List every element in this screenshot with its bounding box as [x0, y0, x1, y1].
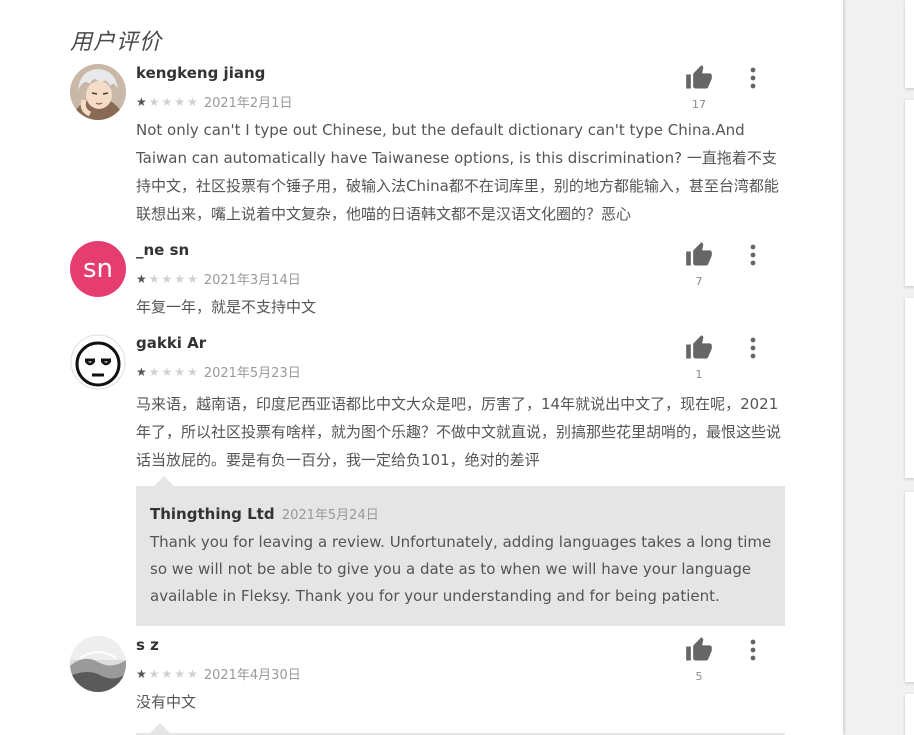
review-rating: ★ ★ ★ ★ ★ 2021年2月1日: [136, 92, 293, 112]
star-filled-icon: ★: [136, 271, 147, 286]
review-date: 2021年2月1日: [203, 96, 293, 111]
star-filled-icon: ★: [136, 94, 147, 109]
star-rating: ★ ★ ★ ★ ★: [136, 273, 198, 285]
star-empty-icon: ★: [148, 271, 160, 286]
review-text: 年复一年，就是不支持中文: [136, 298, 317, 316]
star-rating: ★ ★ ★ ★ ★: [136, 96, 198, 108]
review-item: sn _ne sn ★ ★ ★ ★ ★ 2021年3月14日 年复一年，就是不支…: [70, 241, 785, 321]
review-author: s z: [136, 636, 159, 654]
review-item: s z ★ ★ ★ ★ ★ 2021年4月30日 没有中文 5: [70, 636, 785, 726]
star-empty-icon: ★: [161, 666, 173, 681]
star-rating: ★ ★ ★ ★ ★: [136, 366, 198, 378]
side-card: [905, 694, 914, 735]
side-card: [905, 0, 914, 88]
side-card: [905, 298, 914, 478]
star-filled-icon: ★: [136, 666, 147, 681]
review-rating: ★ ★ ★ ★ ★ 2021年4月30日: [136, 664, 301, 684]
likes-count: 17: [692, 98, 706, 111]
star-empty-icon: ★: [148, 364, 160, 379]
review-rating: ★ ★ ★ ★ ★ 2021年5月23日: [136, 362, 301, 382]
reply-author: Thingthing Ltd: [150, 505, 275, 523]
star-empty-icon: ★: [187, 94, 198, 109]
star-empty-icon: ★: [174, 666, 186, 681]
review-item: kengkeng jiang ★ ★ ★ ★ ★ 2021年2月1日 Not o…: [70, 64, 785, 234]
review-text: 马来语，越南语，印度尼西亚语都比中文大众是吧，厉害了，14年就说出中文了，现在呢…: [136, 395, 782, 469]
star-empty-icon: ★: [148, 94, 160, 109]
review-author: kengkeng jiang: [136, 64, 266, 82]
reply-pointer: [154, 476, 174, 486]
thumbs-up-icon[interactable]: [684, 64, 714, 92]
more-options-icon[interactable]: [743, 638, 763, 662]
section-title: 用户评价: [70, 30, 163, 55]
reply-header: Thingthing Ltd 2021年5月24日: [150, 504, 379, 523]
more-options-icon[interactable]: [743, 243, 763, 267]
star-empty-icon: ★: [187, 271, 198, 286]
side-card: [905, 492, 914, 682]
review-author: gakki Ar: [136, 334, 207, 352]
review-rating: ★ ★ ★ ★ ★ 2021年3月14日: [136, 269, 301, 289]
thumbs-up-icon[interactable]: [684, 334, 714, 362]
user-avatar[interactable]: [70, 636, 126, 692]
star-filled-icon: ★: [136, 364, 147, 379]
more-options-icon[interactable]: [743, 336, 763, 360]
review-date: 2021年3月14日: [203, 273, 301, 288]
reply-text: Thank you for leaving a review. Unfortun…: [150, 533, 772, 605]
star-rating: ★ ★ ★ ★ ★: [136, 668, 198, 680]
review-author: _ne sn: [136, 241, 190, 259]
thumbs-up-icon[interactable]: [684, 241, 714, 269]
review-date: 2021年4月30日: [203, 668, 301, 683]
user-avatar[interactable]: sn: [70, 241, 126, 297]
star-empty-icon: ★: [187, 666, 198, 681]
side-card: [905, 100, 914, 286]
user-avatar[interactable]: [70, 64, 126, 120]
star-empty-icon: ★: [161, 271, 173, 286]
thumbs-up-icon[interactable]: [684, 636, 714, 664]
star-empty-icon: ★: [161, 94, 173, 109]
star-empty-icon: ★: [187, 364, 198, 379]
likes-count: 1: [695, 368, 703, 381]
more-options-icon[interactable]: [743, 66, 763, 90]
likes-count: 5: [695, 670, 703, 683]
user-avatar[interactable]: [70, 334, 126, 390]
review-text: Not only can't I type out Chinese, but t…: [136, 121, 779, 223]
review-item: gakki Ar ★ ★ ★ ★ ★ 2021年5月23日 马来语，越南语，印度…: [70, 334, 785, 474]
reviews-card: 用户评价 kengkeng jiang ★ ★ ★ ★ ★ 2021年2月1日 …: [0, 0, 843, 735]
review-date: 2021年5月23日: [203, 366, 301, 381]
developer-reply: Thingthing Ltd 2021年5月24日 Thank you for …: [136, 476, 785, 626]
review-text: 没有中文: [136, 693, 197, 711]
star-empty-icon: ★: [174, 364, 186, 379]
star-empty-icon: ★: [161, 364, 173, 379]
page: 用户评价 kengkeng jiang ★ ★ ★ ★ ★ 2021年2月1日 …: [0, 0, 914, 735]
reply-date: 2021年5月24日: [281, 508, 379, 523]
likes-count: 7: [695, 275, 703, 288]
star-empty-icon: ★: [174, 94, 186, 109]
star-empty-icon: ★: [148, 666, 160, 681]
star-empty-icon: ★: [174, 271, 186, 286]
reply-pointer: [150, 723, 170, 733]
